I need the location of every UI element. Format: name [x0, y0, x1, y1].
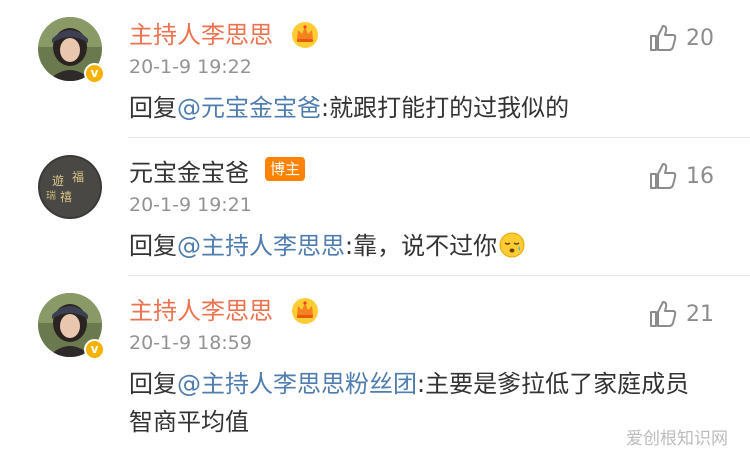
comment-time: 20-1-9 18:59 — [129, 332, 252, 354]
author-name[interactable]: 元宝金宝爸 — [129, 157, 249, 189]
comment-time: 20-1-9 19:21 — [129, 194, 252, 216]
watermark: 爱创根知识网 — [626, 429, 728, 449]
author-name[interactable]: 主持人李思思 — [129, 19, 273, 51]
comment-item: 遊 福 禧 瑞 元宝金宝爸 博主 20-1-9 19:21 16 回复@主持人李… — [0, 138, 750, 276]
svg-text:瑞: 瑞 — [46, 190, 56, 202]
crown-icon — [292, 298, 318, 324]
thumbs-up-icon — [650, 25, 677, 51]
comment-time: 20-1-9 19:22 — [129, 56, 252, 78]
mention-link[interactable]: @主持人李思思粉丝团 — [177, 370, 417, 398]
comment-content: :就跟打能打的过我似的 — [321, 94, 570, 122]
svg-text:遊: 遊 — [52, 173, 64, 188]
mention-link[interactable]: @元宝金宝爸 — [177, 94, 321, 122]
like-button[interactable]: 21 — [648, 298, 714, 330]
like-count: 20 — [686, 25, 714, 51]
author-name[interactable]: 主持人李思思 — [129, 295, 273, 327]
reply-prefix: 回复 — [129, 94, 177, 122]
comment-item: v 主持人李思思 20-1-9 19:22 20 回复@元宝金宝爸:就跟打能打的… — [0, 0, 750, 138]
verified-badge: v — [84, 339, 105, 360]
avatar[interactable]: 遊 福 禧 瑞 — [38, 155, 102, 219]
mention-link[interactable]: @主持人李思思 — [177, 232, 345, 260]
blogger-badge: 博主 — [265, 157, 306, 181]
comment-content: :靠，说不过你 — [345, 232, 498, 260]
comment-text: 回复@主持人李思思:靠，说不过你 — [129, 227, 704, 265]
svg-text:禧: 禧 — [60, 190, 72, 204]
svg-text:福: 福 — [72, 169, 84, 184]
sleepy-face-icon — [499, 232, 525, 258]
reply-prefix: 回复 — [129, 370, 177, 398]
like-count: 21 — [686, 301, 714, 327]
reply-prefix: 回复 — [129, 232, 177, 260]
like-count: 16 — [686, 163, 714, 189]
comment-item: v 主持人李思思 20-1-9 18:59 21 回复@主持人李思思粉丝团:主要… — [0, 276, 750, 457]
comment-text: 回复@元宝金宝爸:就跟打能打的过我似的 — [129, 89, 704, 127]
like-button[interactable]: 20 — [648, 22, 714, 54]
crown-icon — [292, 22, 318, 48]
comment-text: 回复@主持人李思思粉丝团:主要是爹拉低了家庭成员智商平均值 — [129, 365, 704, 441]
like-button[interactable]: 16 — [648, 160, 714, 192]
verified-badge: v — [84, 63, 105, 84]
thumbs-up-icon — [650, 301, 677, 327]
thumbs-up-icon — [650, 163, 677, 189]
